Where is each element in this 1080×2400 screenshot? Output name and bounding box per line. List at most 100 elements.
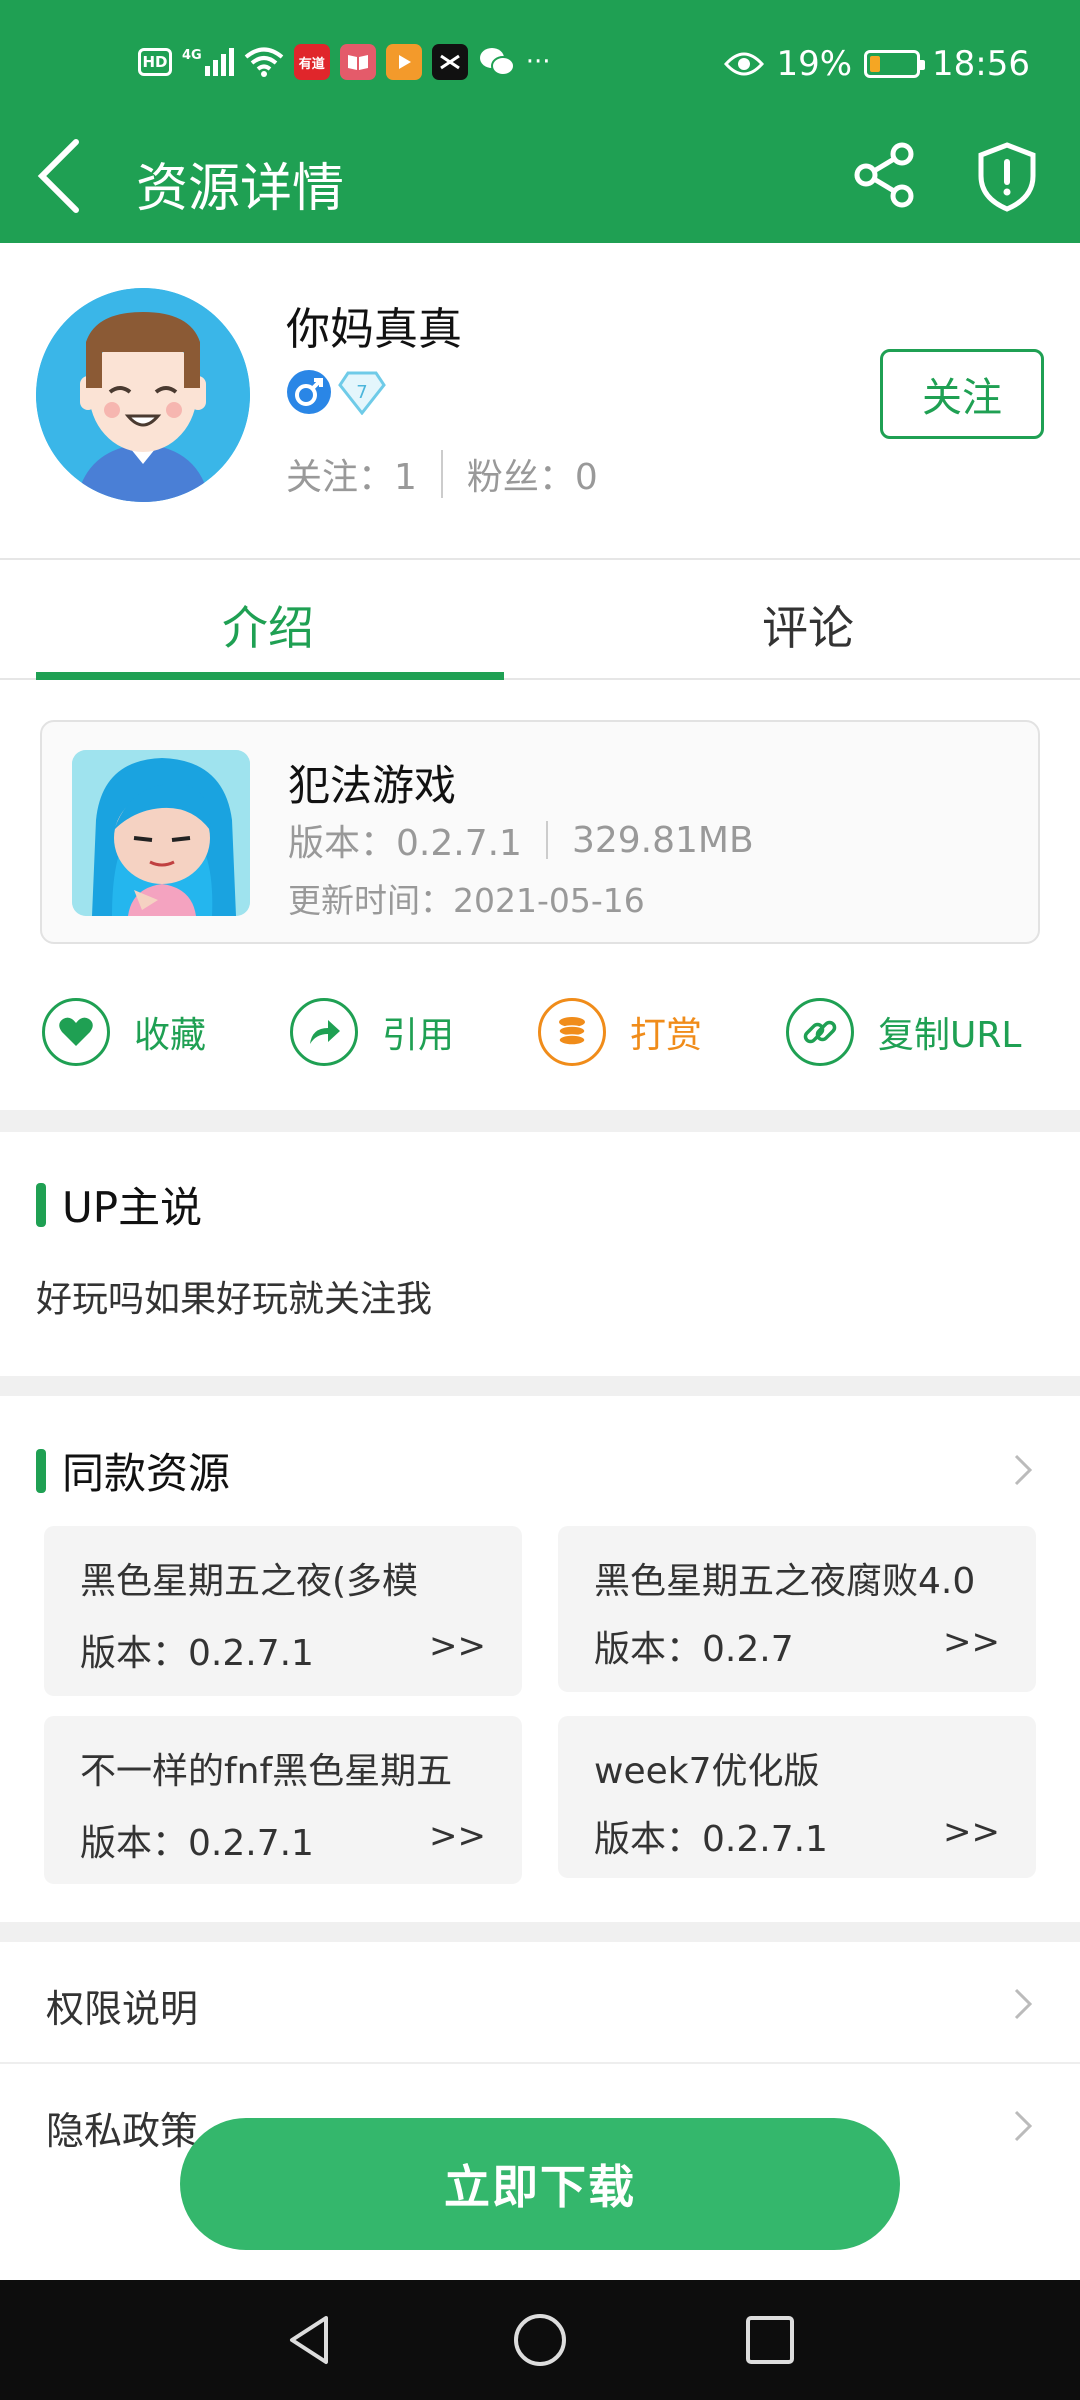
tab-intro[interactable]: 介绍 — [222, 592, 314, 658]
nav-recents-icon[interactable] — [740, 2310, 800, 2370]
resource-version: 版本：0.2.7.1 — [288, 823, 522, 864]
similar-item-name: week7优化版 — [594, 1751, 820, 1792]
privacy-label: 隐私政策 — [46, 2109, 199, 2153]
similar-item-arrow: >> — [429, 1626, 486, 1666]
chevron-right-icon[interactable] — [1008, 1450, 1038, 1490]
title-accent-bar — [36, 1182, 46, 1227]
level-number: 7 — [356, 382, 367, 403]
coins-icon — [538, 998, 606, 1066]
up-says-title: UP主说 — [36, 1174, 202, 1235]
similar-item-arrow: >> — [943, 1812, 1000, 1852]
permissions-row[interactable]: 权限说明 — [0, 1944, 1080, 2064]
similar-title[interactable]: 同款资源 — [36, 1440, 230, 1501]
action-row: 收藏 引用 打赏 复制URL — [0, 990, 1080, 1090]
wifi-icon — [244, 47, 283, 77]
similar-item-version: 版本：0.2.7 — [594, 1629, 794, 1670]
tip-label: 打赏 — [630, 1015, 703, 1056]
report-shield-button[interactable] — [976, 142, 1038, 212]
similar-item[interactable]: week7优化版 版本：0.2.7.1 >> — [558, 1716, 1036, 1878]
similar-item-name: 黑色星期五之夜(多模 — [80, 1561, 419, 1602]
author-badges: 7 — [286, 369, 386, 415]
heart-icon — [42, 998, 110, 1066]
avatar[interactable] — [36, 288, 250, 502]
copy-url-button[interactable]: 复制URL — [786, 998, 1021, 1066]
follow-stats: 关注：1 粉丝：0 — [286, 448, 598, 500]
author-name: 你妈真真 — [286, 304, 462, 355]
hd-icon: HD — [138, 48, 172, 76]
youdao-app-icon: 有道 — [293, 44, 330, 80]
system-nav-bar — [0, 2280, 1080, 2400]
following-count[interactable]: 关注：1 — [286, 448, 417, 500]
battery-level — [870, 56, 881, 72]
favorite-label: 收藏 — [134, 1015, 207, 1056]
resource-meta: 版本：0.2.7.1 329.81MB — [288, 814, 754, 866]
copy-url-label: 复制URL — [878, 1015, 1022, 1056]
chevron-right-icon — [1014, 2110, 1033, 2142]
level-diamond-icon: 7 — [338, 371, 386, 415]
followers-count[interactable]: 粉丝：0 — [467, 448, 598, 500]
book-app-icon — [339, 44, 376, 80]
status-right-icons: 19% 18:56 — [724, 44, 1030, 84]
follow-button[interactable]: 关注 — [880, 349, 1044, 439]
tip-button[interactable]: 打赏 — [538, 998, 702, 1066]
resource-card: 犯法游戏 版本：0.2.7.1 329.81MB 更新时间：2021-05-16 — [40, 720, 1040, 944]
resource-icon — [72, 750, 250, 916]
resource-detail-page: HD 4G 有道 ··· 19% 18:56 资源详情 你妈真真 7 关注：1 … — [0, 0, 1080, 2400]
link-icon — [786, 998, 854, 1066]
back-button[interactable] — [30, 136, 90, 216]
battery-percent: 19% — [776, 44, 853, 84]
tab-bar: 介绍 评论 — [0, 562, 1080, 680]
more-notifications: ··· — [525, 47, 551, 77]
similar-item[interactable]: 不一样的fnf黑色星期五 版本：0.2.7.1 >> — [44, 1716, 522, 1884]
similar-heading: 同款资源 — [62, 1449, 231, 1498]
game-character-illustration — [72, 750, 250, 916]
section-divider — [0, 1376, 1080, 1396]
similar-item-version: 版本：0.2.7.1 — [80, 1633, 314, 1674]
share-button[interactable] — [852, 142, 918, 208]
tab-comments[interactable]: 评论 — [762, 592, 854, 658]
quote-label: 引用 — [382, 1015, 455, 1056]
similar-item-version: 版本：0.2.7.1 — [80, 1823, 314, 1864]
similar-item-name: 不一样的fnf黑色星期五 — [80, 1751, 453, 1792]
download-button[interactable]: 立即下载 — [180, 2118, 900, 2250]
resource-updated: 更新时间：2021-05-16 — [288, 881, 645, 920]
section-divider — [0, 1110, 1080, 1132]
resource-name: 犯法游戏 — [288, 761, 457, 810]
permissions-label: 权限说明 — [46, 1987, 199, 2031]
similar-item-name: 黑色星期五之夜腐败4.0 — [594, 1561, 976, 1602]
chevron-right-icon — [1014, 1988, 1033, 2020]
page-title: 资源详情 — [136, 159, 345, 219]
similar-item-arrow: >> — [429, 1816, 486, 1856]
app-header: HD 4G 有道 ··· 19% 18:56 资源详情 — [0, 0, 1080, 243]
meta-divider — [545, 821, 548, 859]
author-section: 你妈真真 7 关注：1 粉丝：0 关注 — [0, 243, 1080, 560]
stats-divider — [440, 450, 443, 498]
signal-icon: 4G — [182, 48, 234, 76]
favorite-button[interactable]: 收藏 — [42, 998, 206, 1066]
up-says-heading: UP主说 — [62, 1183, 203, 1232]
clock: 18:56 — [932, 44, 1030, 84]
wechat-icon — [479, 48, 515, 76]
section-divider — [0, 1922, 1080, 1942]
eye-icon — [724, 52, 765, 76]
similar-item[interactable]: 黑色星期五之夜(多模 版本：0.2.7.1 >> — [44, 1526, 522, 1696]
title-accent-bar — [36, 1448, 46, 1493]
video-app-icon — [385, 44, 422, 80]
active-tab-indicator — [36, 672, 504, 680]
nav-home-icon[interactable] — [510, 2310, 570, 2370]
network-type: 4G — [182, 48, 202, 63]
quote-button[interactable]: 引用 — [290, 998, 454, 1066]
status-bar: HD 4G 有道 ··· 19% 18:56 — [0, 0, 1080, 130]
similar-item-arrow: >> — [943, 1622, 1000, 1662]
share-arrow-icon — [290, 998, 358, 1066]
battery-icon — [864, 50, 926, 78]
capcut-app-icon — [431, 44, 468, 80]
avatar-illustration — [36, 288, 250, 502]
nav-back-icon[interactable] — [280, 2310, 340, 2370]
up-says-text: 好玩吗如果好玩就关注我 — [36, 1279, 433, 1320]
similar-item-version: 版本：0.2.7.1 — [594, 1819, 828, 1860]
similar-item[interactable]: 黑色星期五之夜腐败4.0 版本：0.2.7 >> — [558, 1526, 1036, 1692]
status-left-icons: HD 4G 有道 ··· — [138, 44, 551, 80]
resource-size: 329.81MB — [571, 819, 754, 861]
male-gender-icon — [287, 370, 331, 414]
